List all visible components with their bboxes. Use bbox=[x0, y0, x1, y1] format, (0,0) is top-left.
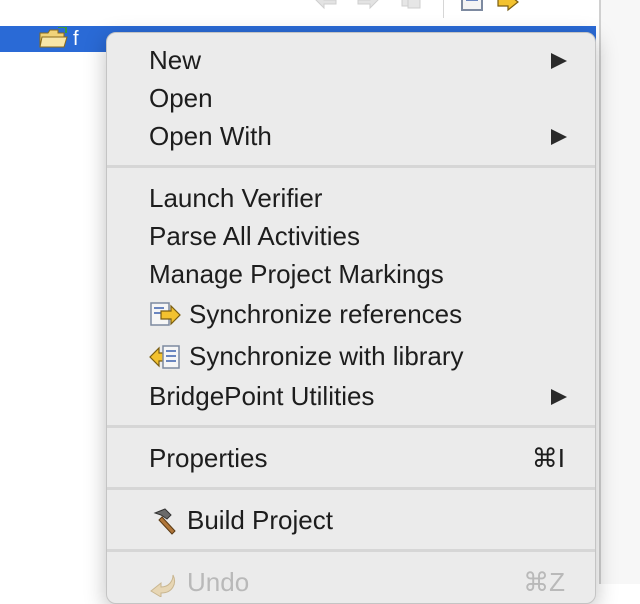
menu-item-label: Launch Verifier bbox=[149, 183, 323, 213]
history-icon[interactable] bbox=[398, 0, 424, 10]
menu-item-label: Open With bbox=[149, 121, 272, 151]
menu-item-label: Undo bbox=[187, 567, 250, 597]
submenu-arrow-icon bbox=[551, 129, 567, 145]
menu-item-shortcut: ⌘Z bbox=[523, 567, 565, 597]
tree-item-label: f bbox=[73, 28, 79, 50]
back-arrow-icon[interactable] bbox=[310, 0, 340, 10]
menu-separator bbox=[107, 487, 595, 490]
menu-item-manage-project-markings[interactable]: Manage Project Markings bbox=[107, 255, 595, 293]
hammer-icon bbox=[153, 508, 176, 535]
menu-item-launch-verifier[interactable]: Launch Verifier bbox=[107, 179, 595, 217]
toolbar-separator bbox=[443, 0, 444, 18]
sync-library-icon bbox=[149, 345, 180, 369]
undo-icon bbox=[150, 574, 175, 597]
menu-item-label: New bbox=[149, 45, 202, 75]
menu-item-label: Parse All Activities bbox=[149, 221, 360, 251]
menu-item-label: Open bbox=[149, 83, 213, 113]
menu-item-new[interactable]: New bbox=[107, 41, 595, 79]
menu-item-shortcut: ⌘I bbox=[531, 443, 565, 473]
menu-item-open[interactable]: Open bbox=[107, 79, 595, 117]
context-menu: New Open Open With Launch Verifier Parse… bbox=[106, 32, 596, 604]
menu-item-properties[interactable]: Properties ⌘I bbox=[107, 439, 595, 477]
project-folder-icon bbox=[39, 27, 68, 48]
sync-references-toolbar-icon[interactable] bbox=[460, 0, 486, 12]
menu-item-label: Properties bbox=[149, 443, 268, 473]
menu-item-bridgepoint-utilities[interactable]: BridgePoint Utilities bbox=[107, 377, 595, 415]
side-panel bbox=[601, 0, 640, 584]
sync-library-toolbar-icon[interactable] bbox=[496, 0, 522, 12]
menu-item-open-with[interactable]: Open With bbox=[107, 117, 595, 155]
menu-item-label: Build Project bbox=[187, 505, 333, 535]
menu-item-build-project[interactable]: Build Project bbox=[107, 501, 595, 539]
toolbar bbox=[0, 0, 600, 18]
forward-arrow-icon[interactable] bbox=[354, 0, 384, 10]
menu-item-synchronize-references[interactable]: Synchronize references bbox=[107, 295, 595, 333]
menu-item-label: Synchronize references bbox=[189, 299, 463, 329]
submenu-arrow-icon bbox=[551, 53, 567, 69]
submenu-arrow-icon bbox=[551, 389, 567, 405]
menu-item-label: BridgePoint Utilities bbox=[149, 381, 375, 411]
menu-item-undo[interactable]: Undo ⌘Z bbox=[107, 563, 595, 601]
menu-separator bbox=[107, 549, 595, 552]
sync-references-icon bbox=[150, 302, 181, 326]
menu-item-synchronize-with-library[interactable]: Synchronize with library bbox=[107, 337, 595, 375]
menu-item-label: Synchronize with library bbox=[189, 341, 464, 371]
menu-separator bbox=[107, 425, 595, 428]
menu-item-label: Manage Project Markings bbox=[149, 259, 444, 289]
menu-item-parse-all-activities[interactable]: Parse All Activities bbox=[107, 217, 595, 255]
menu-separator bbox=[107, 165, 595, 168]
